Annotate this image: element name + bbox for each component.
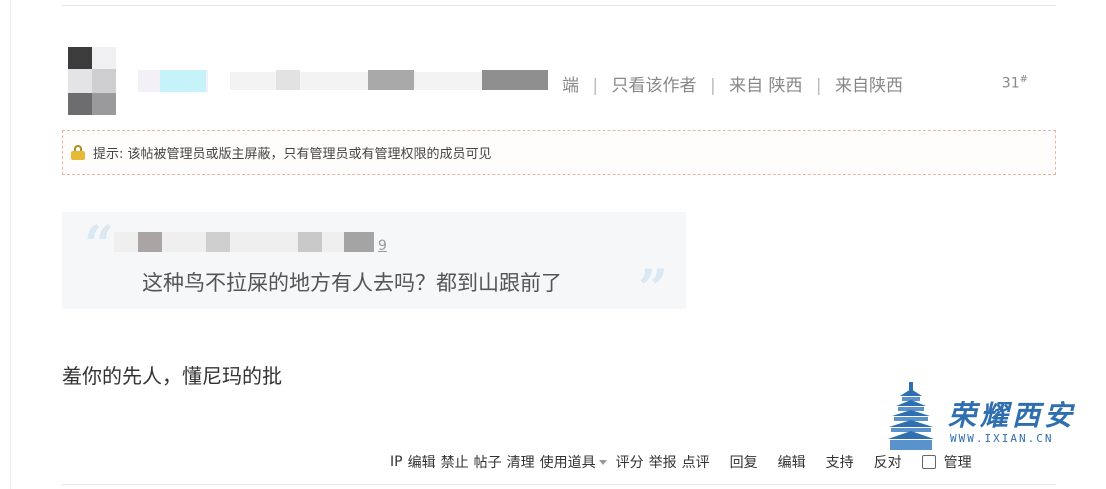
tower-logo-icon bbox=[888, 382, 934, 450]
oppose-button[interactable]: 反对 bbox=[874, 452, 902, 472]
clean-button[interactable]: 清理 bbox=[507, 452, 535, 472]
notice-text: 提示: 该帖被管理员或版主屏蔽，只有管理员或有管理权限的成员可见 bbox=[93, 147, 492, 162]
top-divider bbox=[62, 5, 1056, 6]
blurred-meta-dark-1 bbox=[276, 70, 300, 90]
separator: | bbox=[709, 76, 716, 96]
avatar[interactable] bbox=[68, 47, 116, 115]
manage-checkbox[interactable] bbox=[921, 455, 936, 469]
moderation-notice: 提示: 该帖被管理员或版主屏蔽，只有管理员或有管理权限的成员可见 bbox=[62, 130, 1056, 175]
ip-button[interactable]: IP bbox=[390, 454, 403, 470]
floor-value: 31 bbox=[1001, 75, 1020, 92]
manage-label[interactable]: 管理 bbox=[944, 452, 972, 472]
lock-icon bbox=[71, 145, 85, 160]
blurred-username-part bbox=[160, 70, 206, 92]
posts-button[interactable]: 帖子 bbox=[474, 452, 502, 472]
blurred-meta-dark-2 bbox=[368, 70, 414, 90]
use-tools-menu[interactable]: 使用道具 bbox=[540, 452, 596, 472]
separator: | bbox=[592, 76, 599, 96]
reply-body: 羞你的先人，懂尼玛的批 bbox=[62, 364, 282, 388]
ban-button[interactable]: 禁止 bbox=[441, 452, 469, 472]
blurred-meta bbox=[230, 72, 500, 90]
floor-number[interactable]: 31# bbox=[1002, 74, 1028, 92]
quote-text: 这种鸟不拉屎的地方有人去吗？都到山跟前了 bbox=[142, 271, 562, 295]
quote-block: “ 9 这种鸟不拉屎的地方有人去吗？都到山跟前了 ” bbox=[62, 212, 686, 316]
separator: | bbox=[815, 76, 822, 96]
watermark-url: WWW.IXIAN.CN bbox=[950, 432, 1054, 445]
blurred-quoted-user-d bbox=[344, 232, 374, 252]
report-button[interactable]: 举报 bbox=[649, 452, 677, 472]
blurred-quoted-user-a bbox=[138, 232, 162, 252]
edit-admin-button[interactable]: 编辑 bbox=[408, 452, 436, 472]
edit-button[interactable]: 编辑 bbox=[778, 452, 806, 472]
post-action-bar: IP 编辑 禁止 帖子 清理 使用道具 评分 举报 点评 回复 编辑 支持 反对… bbox=[390, 452, 972, 472]
blurred-quoted-user-c bbox=[298, 232, 322, 252]
chevron-down-icon[interactable] bbox=[598, 459, 607, 465]
post-client: 端 bbox=[562, 76, 579, 96]
blurred-meta-dark-3 bbox=[482, 70, 548, 90]
from-location: 来自 陕西 bbox=[729, 76, 803, 96]
post-author-row: 端 | 只看该作者 | 来自 陕西 | 来自陕西 31# bbox=[62, 44, 1056, 116]
bottom-divider bbox=[62, 484, 1056, 485]
support-button[interactable]: 支持 bbox=[826, 452, 854, 472]
rate-button[interactable]: 评分 bbox=[616, 452, 644, 472]
quoted-user-link[interactable]: 9 bbox=[378, 238, 387, 254]
author-meta: 端 | 只看该作者 | 来自 陕西 | 来自陕西 bbox=[562, 71, 903, 96]
open-quote-icon: “ bbox=[84, 215, 114, 276]
reply-button[interactable]: 回复 bbox=[730, 452, 758, 472]
only-author-link[interactable]: 只看该作者 bbox=[612, 76, 697, 96]
comment-button[interactable]: 点评 bbox=[682, 452, 710, 472]
floor-mark: # bbox=[1019, 74, 1028, 85]
left-border bbox=[10, 0, 11, 489]
from-location-2: 来自陕西 bbox=[835, 76, 904, 96]
site-watermark: 荣耀西安 WWW.IXIAN.CN bbox=[888, 382, 1078, 452]
close-quote-icon: ” bbox=[638, 259, 668, 320]
watermark-title: 荣耀西安 bbox=[948, 399, 1077, 432]
blurred-quoted-user-b bbox=[206, 232, 230, 252]
